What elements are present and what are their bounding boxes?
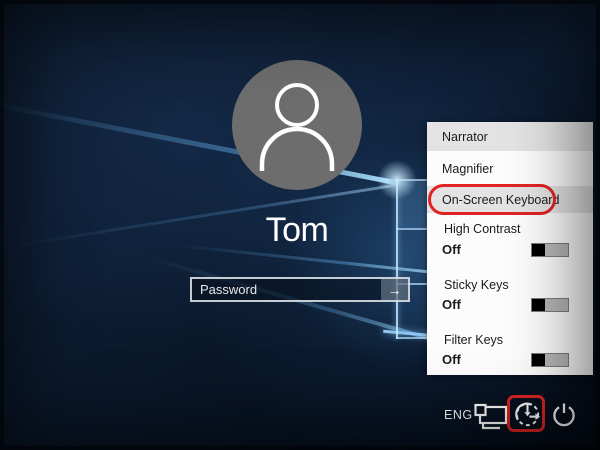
- toggle-state: Off: [442, 242, 461, 257]
- power-icon[interactable]: [550, 401, 578, 434]
- high-contrast-toggle[interactable]: [531, 242, 569, 257]
- password-field: →: [190, 277, 410, 302]
- user-avatar: [232, 60, 362, 190]
- toggle-row-high-contrast: Off: [427, 242, 593, 257]
- password-input[interactable]: [192, 279, 381, 300]
- toggle-row-filter-keys: Off: [427, 352, 593, 367]
- login-screen: Tom → Narrator Magnifier On-Screen Keybo…: [0, 0, 600, 450]
- annotation-ellipse-on-screen-keyboard: [428, 184, 556, 215]
- submit-button[interactable]: →: [381, 279, 408, 300]
- ease-of-access-menu: Narrator Magnifier On-Screen Keyboard Hi…: [427, 122, 593, 375]
- menu-item-magnifier[interactable]: Magnifier: [427, 151, 593, 186]
- sticky-keys-toggle[interactable]: [531, 297, 569, 312]
- username-label: Tom: [265, 211, 329, 249]
- language-indicator[interactable]: ENG: [444, 408, 473, 422]
- menu-item-narrator[interactable]: Narrator: [427, 122, 593, 151]
- toggle-thumb: [532, 243, 545, 256]
- person-icon: [259, 83, 335, 171]
- menu-item-label: Narrator: [442, 129, 488, 144]
- network-icon[interactable]: [474, 402, 508, 435]
- toggle-label-sticky-keys: Sticky Keys: [444, 278, 509, 292]
- filter-keys-toggle[interactable]: [531, 352, 569, 367]
- toggle-label-filter-keys: Filter Keys: [444, 333, 504, 347]
- annotation-box-ease-of-access-icon: [507, 395, 545, 432]
- toggle-row-sticky-keys: Off: [427, 297, 593, 312]
- submit-arrow-icon: →: [387, 281, 402, 298]
- toggle-thumb: [532, 353, 545, 366]
- menu-item-label: Magnifier: [442, 161, 494, 176]
- toggle-state: Off: [442, 352, 461, 367]
- toggle-thumb: [532, 298, 545, 311]
- toggle-state: Off: [442, 297, 461, 312]
- toggle-label-high-contrast: High Contrast: [444, 222, 521, 236]
